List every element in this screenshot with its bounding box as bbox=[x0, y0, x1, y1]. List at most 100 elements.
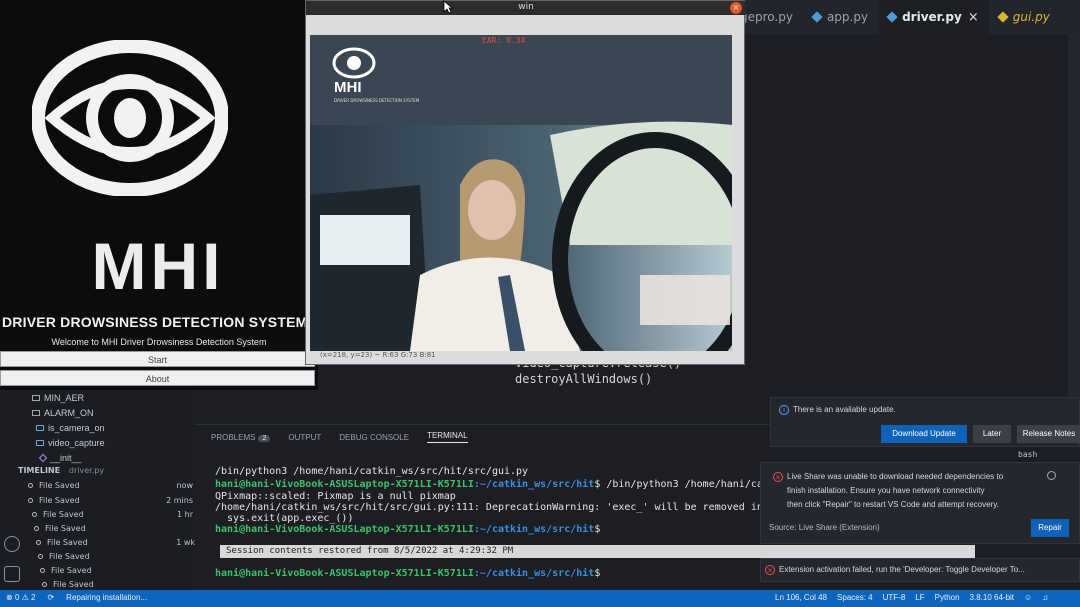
camera-window: win × EAR: 0.34 MHI DRIVER DROWSINESS DE… bbox=[305, 0, 746, 365]
notification-text: finish installation. Ensure you have net… bbox=[787, 486, 985, 495]
timeline-label: File Saved bbox=[49, 552, 90, 561]
timeline-label: File Saved bbox=[39, 481, 80, 490]
bash-terminal-label[interactable]: bash bbox=[1018, 450, 1037, 459]
repairing-status[interactable]: Repairing installation... bbox=[66, 593, 147, 602]
encoding[interactable]: UTF-8 bbox=[883, 593, 906, 602]
python-file-icon bbox=[997, 11, 1009, 23]
overlay-logo-text: MHI bbox=[334, 79, 362, 96]
circle-icon bbox=[32, 512, 37, 517]
close-icon[interactable]: × bbox=[968, 10, 979, 25]
notification-text: Extension activation failed, run the 'De… bbox=[779, 565, 1025, 574]
sync-icon: ⟳ bbox=[47, 593, 55, 602]
indentation[interactable]: Spaces: 4 bbox=[837, 593, 873, 602]
timeline-row[interactable]: File Saved bbox=[40, 566, 193, 575]
gear-icon[interactable] bbox=[4, 566, 20, 582]
gui-app-window: MHI DRIVER DROWSINESS DETECTION SYSTEM W… bbox=[0, 0, 318, 390]
overlay-logo-subtitle: DRIVER DROWSINESS DETECTION SYSTEM bbox=[334, 98, 420, 103]
problems-status[interactable]: ⊗ 0 ⚠ 2 bbox=[6, 593, 35, 602]
error-count: 0 bbox=[14, 593, 20, 602]
end-of-line[interactable]: LF bbox=[915, 593, 924, 602]
terminal-path: :~/catkin_ws/src/hit bbox=[473, 479, 595, 490]
mhi-eye-logo-icon bbox=[32, 40, 228, 196]
status-bar: ⊗ 0 ⚠ 2 ⟳ Repairing installation... Ln 1… bbox=[0, 590, 1080, 607]
terminal-line: QPixmap::scaled: Pixmap is a null pixmap bbox=[215, 491, 456, 502]
terminal-path: :~/catkin_ws/src/hit bbox=[473, 524, 595, 535]
timeline-header[interactable]: TIMELINE driver.py bbox=[18, 466, 104, 475]
warning-count: 2 bbox=[31, 593, 36, 602]
outline-label: video_capture bbox=[48, 438, 105, 448]
circle-icon bbox=[34, 526, 39, 531]
system-title: DRIVER DROWSINESS DETECTION SYSTEM bbox=[2, 314, 308, 330]
update-notification: i There is an available update. Download… bbox=[770, 397, 1080, 447]
download-update-button[interactable]: Download Update bbox=[881, 425, 967, 443]
liveshare-notification: × Live Share was unable to download need… bbox=[760, 462, 1080, 544]
minimap[interactable] bbox=[1068, 34, 1080, 404]
cursor-position[interactable]: Ln 106, Col 48 bbox=[775, 593, 827, 602]
timeline-row[interactable]: File Saved 1 hr bbox=[32, 510, 193, 519]
timeline-title: TIMELINE bbox=[18, 466, 61, 475]
editor-tab-bar: gepro.py app.py driver.py × gui.py bbox=[730, 0, 1080, 34]
circle-icon bbox=[38, 554, 43, 559]
python-interpreter[interactable]: 3.8.10 64-bit bbox=[970, 593, 1014, 602]
circle-icon bbox=[28, 498, 33, 503]
tab-app[interactable]: app.py bbox=[803, 0, 878, 34]
window-titlebar[interactable]: win × bbox=[306, 1, 746, 15]
timeline-row[interactable]: File Saved 2 mins bbox=[28, 496, 193, 505]
terminal-dollar: $ bbox=[594, 524, 601, 535]
camera-feed: EAR: 0.34 MHI DRIVER DROWSINESS DETECTIO… bbox=[310, 35, 732, 351]
later-button[interactable]: Later bbox=[973, 425, 1011, 443]
tab-driver[interactable]: driver.py × bbox=[878, 0, 989, 34]
outline-label: is_camera_on bbox=[48, 423, 105, 433]
tab-gui[interactable]: gui.py bbox=[989, 0, 1060, 34]
variable-icon bbox=[36, 425, 44, 431]
mouse-cursor-icon bbox=[443, 0, 453, 14]
timeline-label: File Saved bbox=[43, 510, 84, 519]
code-line: destroyAllWindows() bbox=[515, 372, 653, 386]
repair-button[interactable]: Repair bbox=[1031, 519, 1069, 537]
timeline-row[interactable]: File Saved bbox=[34, 524, 193, 533]
timeline-label: File Saved bbox=[51, 566, 92, 575]
tab-label: gepro.py bbox=[740, 10, 793, 24]
timeline-row[interactable]: File Saved 1 wk bbox=[36, 538, 195, 547]
timeline-row[interactable]: File Saved now bbox=[28, 481, 193, 490]
welcome-text: Welcome to MHI Driver Drowsiness Detecti… bbox=[51, 337, 267, 347]
terminal-line: /home/hani/catkin_ws/src/hit/src/gui.py:… bbox=[215, 502, 763, 513]
terminal-dollar: $ bbox=[594, 568, 601, 579]
tab-terminal[interactable]: TERMINAL bbox=[427, 431, 468, 443]
language-mode[interactable]: Python bbox=[935, 593, 960, 602]
panel-tabs: PROBLEMS 2 OUTPUT DEBUG CONSOLE TERMINAL bbox=[211, 431, 468, 443]
notification-text: There is an available update. bbox=[793, 405, 896, 414]
timeline-row[interactable]: File Saved bbox=[42, 580, 193, 589]
constant-icon bbox=[32, 410, 40, 416]
outline-item[interactable]: video_capture bbox=[36, 438, 105, 448]
close-icon[interactable]: × bbox=[730, 2, 742, 14]
tab-debug-console[interactable]: DEBUG CONSOLE bbox=[339, 433, 409, 442]
terminal-line: sys.exit(app.exec_()) bbox=[215, 513, 354, 524]
outline-item[interactable]: ALARM_ON bbox=[32, 408, 94, 418]
outline-item[interactable]: __init__ bbox=[38, 453, 82, 463]
terminal-path: :~/catkin_ws/src/hit bbox=[473, 568, 595, 579]
start-button[interactable]: Start bbox=[0, 351, 315, 367]
tab-label: driver.py bbox=[902, 10, 962, 24]
outline-label: MIN_AER bbox=[44, 393, 85, 403]
timeline-file: driver.py bbox=[68, 466, 105, 475]
outline-item[interactable]: MIN_AER bbox=[32, 393, 84, 403]
gear-icon[interactable] bbox=[1047, 471, 1056, 480]
terminal-line[interactable]: hani@hani-VivoBook-ASUSLaptop-X571LI-K57… bbox=[215, 568, 600, 579]
tab-problems[interactable]: PROBLEMS 2 bbox=[211, 432, 271, 442]
feedback-icon[interactable]: ☺ bbox=[1024, 593, 1032, 602]
terminal-line: /bin/python3 /home/hani/catkin_ws/src/hi… bbox=[215, 466, 529, 477]
account-icon[interactable] bbox=[4, 536, 20, 552]
status-left: ⊗ 0 ⚠ 2 ⟳ Repairing installation... bbox=[6, 593, 147, 602]
about-button[interactable]: About bbox=[0, 370, 315, 386]
python-file-icon bbox=[811, 11, 823, 23]
release-notes-button[interactable]: Release Notes bbox=[1017, 425, 1080, 443]
outline-item[interactable]: is_camera_on bbox=[36, 423, 105, 433]
timeline-time: 2 mins bbox=[166, 496, 193, 505]
bell-icon[interactable]: ♫ bbox=[1042, 593, 1048, 602]
timeline-row[interactable]: File Saved bbox=[38, 552, 193, 561]
outline-label: __init__ bbox=[50, 453, 82, 463]
tab-label: PROBLEMS bbox=[211, 432, 256, 442]
constant-icon bbox=[32, 395, 40, 401]
tab-output[interactable]: OUTPUT bbox=[288, 433, 321, 442]
